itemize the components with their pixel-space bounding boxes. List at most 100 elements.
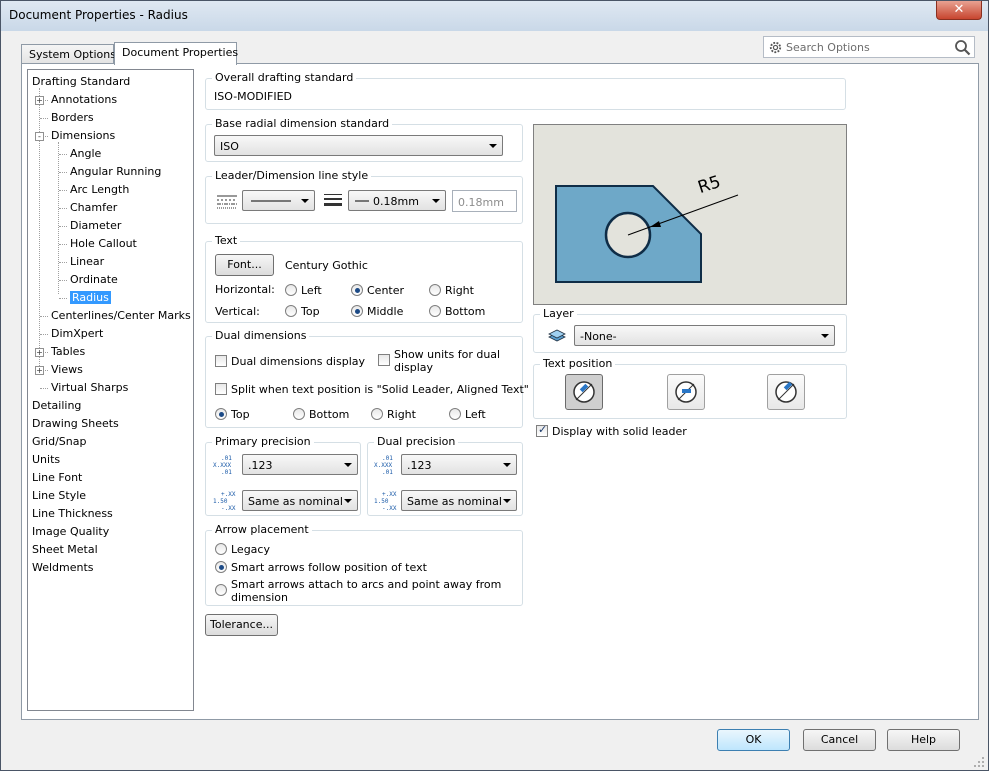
options-tree[interactable]: Drafting Standard Annotations + Borders Dime… [27, 69, 194, 711]
arrow-legacy-radio[interactable] [215, 543, 227, 555]
overall-standard-group: Overall drafting standard ISO-MODIFIED [205, 71, 846, 110]
tree-item[interactable]: Angle [70, 146, 101, 162]
help-button[interactable]: Help [887, 729, 960, 751]
tree-item[interactable]: Drawing Sheets [32, 416, 119, 432]
solid-leader-label: Display with solid leader [552, 425, 687, 438]
tree-item[interactable]: Dimensions [51, 128, 115, 144]
tree-item[interactable]: Angular Running [70, 164, 161, 180]
h-left-radio[interactable] [285, 284, 297, 296]
tree-item[interactable]: Units [32, 452, 60, 468]
tree-item[interactable]: Views [51, 362, 83, 378]
tree-item[interactable]: Hole Callout [70, 236, 137, 252]
v-bottom-radio[interactable] [429, 305, 441, 317]
line-thickness-value: 0.18mm [373, 195, 419, 208]
tab-document-properties[interactable]: Document Properties [114, 42, 238, 65]
tree-item[interactable]: Diameter [70, 218, 121, 234]
tree-item-label: Borders [51, 111, 94, 124]
show-units-checkbox[interactable] [378, 354, 390, 366]
resize-grip-icon[interactable] [973, 756, 985, 768]
tree-item[interactable]: Line Style [32, 488, 86, 504]
custom-thickness-field[interactable]: 0.18mm [452, 190, 517, 212]
primary-precision-select[interactable]: .123 [242, 454, 358, 475]
tree-item[interactable]: DimXpert [51, 326, 103, 342]
tree-item-label: Ordinate [70, 273, 118, 286]
dual-bottom-label: Bottom [309, 408, 350, 421]
cancel-button[interactable]: Cancel [803, 729, 876, 751]
search-box[interactable]: Search Options [763, 36, 975, 58]
tree-item-label: Line Style [32, 489, 87, 502]
base-radial-select[interactable]: ISO [214, 135, 503, 156]
tree-item[interactable]: Drafting Standard [32, 74, 130, 90]
precision-tolerance-icon: +.XX 1.50 -.XX [213, 491, 236, 512]
dual-bottom-radio[interactable] [293, 408, 305, 420]
tree-item[interactable]: Borders [51, 110, 94, 126]
overall-standard-label: Overall drafting standard [212, 71, 357, 84]
dual-display-checkbox[interactable] [215, 355, 227, 367]
tree-item-label: Virtual Sharps [51, 381, 129, 394]
dual-left-radio[interactable] [449, 408, 461, 420]
tolerance-button[interactable]: Tolerance... [205, 614, 278, 636]
line-style-select[interactable] [242, 190, 315, 211]
font-button[interactable]: Font... [215, 254, 274, 276]
tree-item[interactable]: Ordinate [70, 272, 118, 288]
arrow-smart-follow-radio[interactable] [215, 561, 227, 573]
h-center-radio[interactable] [351, 284, 363, 296]
tree-item-label: Hole Callout [70, 237, 137, 250]
tree-item[interactable]: Annotations [51, 92, 117, 108]
gear-icon [769, 41, 782, 54]
tree-item-label: Linear [70, 255, 105, 268]
text-position-broken-leader-aligned-button[interactable] [767, 374, 805, 410]
v-top-radio[interactable] [285, 305, 297, 317]
solid-leader-checkbox[interactable] [536, 423, 548, 437]
text-position-broken-leader-horizontal-button[interactable] [667, 374, 705, 410]
expand-icon[interactable]: + [35, 96, 44, 105]
ok-button[interactable]: OK [717, 729, 790, 751]
dual-top-radio[interactable] [215, 408, 227, 420]
tree-item[interactable]: Radius [70, 290, 111, 306]
tree-item[interactable]: Linear [70, 254, 104, 270]
dual-precision-select[interactable]: .123 [401, 454, 517, 475]
layer-select[interactable]: -None- [574, 325, 835, 346]
tree-item[interactable]: Grid/Snap [32, 434, 86, 450]
tree-item[interactable]: Image Quality [32, 524, 109, 540]
line-thickness-select[interactable]: 0.18mm [348, 190, 446, 211]
tree-item[interactable]: Weldments [32, 560, 94, 576]
search-icon[interactable] [954, 39, 971, 56]
tree-item[interactable]: Line Font [32, 470, 82, 486]
dual-right-radio[interactable] [371, 408, 383, 420]
line-thickness-icon [324, 194, 342, 206]
tree-item[interactable]: Tables [51, 344, 85, 360]
line-style-icon [217, 195, 237, 209]
close-button[interactable]: ✕ [936, 1, 982, 20]
tree-item[interactable]: Sheet Metal [32, 542, 98, 558]
tree-item-label: Centerlines/Center Marks [51, 309, 191, 322]
tree-item-label: Sheet Metal [32, 543, 98, 556]
tree-item[interactable]: Chamfer [70, 200, 117, 216]
v-bottom-label: Bottom [445, 305, 486, 318]
tree-item[interactable]: Virtual Sharps [51, 380, 128, 396]
dual-tolerance-select[interactable]: Same as nominal [401, 490, 517, 511]
broken-leader-horizontal-icon [675, 381, 697, 403]
text-position-solid-leader-aligned-button[interactable] [565, 374, 603, 410]
tree-item-label: Drawing Sheets [32, 417, 119, 430]
collapse-icon[interactable]: - [35, 132, 44, 141]
split-text-checkbox[interactable] [215, 383, 227, 395]
tree-item[interactable]: Line Thickness [32, 506, 113, 522]
radius-preview: R5 [533, 124, 847, 305]
tab-system-options[interactable]: System Options [21, 44, 116, 64]
arrow-placement-label: Arrow placement [212, 523, 312, 536]
expand-icon[interactable]: + [35, 348, 44, 357]
search-input[interactable]: Search Options [786, 41, 870, 54]
broken-leader-aligned-icon [775, 381, 797, 403]
tree-item[interactable]: Detailing [32, 398, 81, 414]
vertical-label: Vertical: [215, 305, 260, 318]
arrow-smart-attach-radio[interactable] [215, 584, 227, 596]
primary-tolerance-select[interactable]: Same as nominal [242, 490, 358, 511]
tree-item[interactable]: Arc Length [70, 182, 129, 198]
tree-item[interactable]: Centerlines/Center Marks [51, 308, 191, 324]
arrow-smart-attach-label: Smart arrows attach to arcs and point aw… [231, 578, 502, 604]
tree-item-label: Line Font [32, 471, 83, 484]
expand-icon[interactable]: + [35, 366, 44, 375]
h-right-radio[interactable] [429, 284, 441, 296]
v-middle-radio[interactable] [351, 305, 363, 317]
